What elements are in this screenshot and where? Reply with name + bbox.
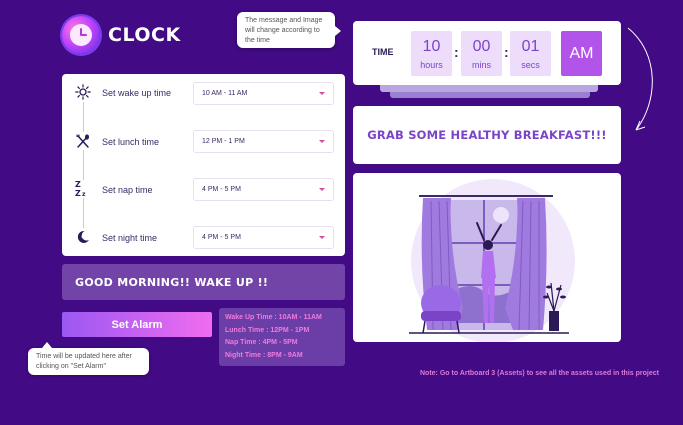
minutes-box: 00 mins [461, 31, 502, 76]
set-alarm-button[interactable]: Set Alarm [62, 312, 212, 337]
moon-icon [74, 228, 92, 246]
seconds-value: 01 [521, 37, 540, 55]
lunch-time-select[interactable]: 12 PM - 1 PM [193, 130, 334, 153]
seconds-unit: secs [521, 59, 540, 70]
greeting-banner: GOOD MORNING!! WAKE UP !! [62, 264, 345, 300]
minutes-unit: mins [471, 59, 491, 70]
hours-box: 10 hours [411, 31, 452, 76]
night-time-select[interactable]: 4 PM - 5 PM [193, 226, 334, 249]
schedule-night: Night Time : 8PM - 9AM [225, 351, 303, 359]
nap-time-value: 4 PM - 5 PM [202, 186, 241, 193]
timeline-divider [83, 102, 84, 230]
night-time-value: 4 PM - 5 PM [202, 234, 241, 241]
time-label: TIME [372, 47, 394, 57]
chevron-down-icon [319, 140, 325, 143]
lunch-time-value: 12 PM - 1 PM [202, 138, 245, 145]
nap-label: Set nap time [102, 185, 153, 195]
svg-text:z: z [82, 191, 86, 198]
wake-up-time-select[interactable]: 10 AM - 11 AM [193, 82, 334, 105]
colon-separator: : [454, 44, 459, 60]
wake-up-label: Set wake up time [102, 88, 172, 98]
hours-unit: hours [420, 59, 443, 70]
night-label: Set night time [102, 233, 158, 243]
svg-text:Z: Z [75, 180, 81, 189]
meridiem-badge: AM [561, 31, 602, 76]
schedule-wake-up: Wake Up Time : 10AM - 11AM [225, 314, 322, 321]
utensils-icon [74, 132, 92, 150]
chevron-down-icon [319, 92, 325, 95]
clock-logo-icon [62, 16, 100, 54]
nap-time-select[interactable]: 4 PM - 5 PM [193, 178, 334, 201]
wake-up-time-value: 10 AM - 11 AM [202, 90, 248, 97]
footer-note: Note: Go to Artboard 3 (Assets) to see a… [420, 370, 659, 377]
chevron-down-icon [319, 188, 325, 191]
tooltip-message-info: The message and Image will change accord… [237, 12, 341, 48]
minutes-value: 00 [472, 37, 491, 55]
colon-separator: : [504, 44, 509, 60]
hours-value: 10 [422, 37, 441, 55]
tooltip-alarm-info: Time will be updated here after clicking… [28, 342, 149, 375]
illustration-image [353, 173, 621, 342]
chevron-down-icon [319, 236, 325, 239]
lunch-label: Set lunch time [102, 137, 160, 147]
zzz-icon: ZZz [74, 180, 92, 198]
app-title: CLOCK [108, 24, 181, 46]
sun-icon [74, 83, 92, 101]
schedule-summary: Wake Up Time : 10AM - 11AM Lunch Time : … [219, 308, 345, 366]
status-message: GRAB SOME HEALTHY BREAKFAST!!! [353, 106, 621, 164]
schedule-lunch: Lunch Time : 12PM - 1PM [225, 326, 310, 334]
schedule-nap: Nap Time : 4PM - 5PM [225, 339, 298, 346]
svg-text:Z: Z [75, 189, 81, 198]
seconds-box: 01 secs [510, 31, 551, 76]
